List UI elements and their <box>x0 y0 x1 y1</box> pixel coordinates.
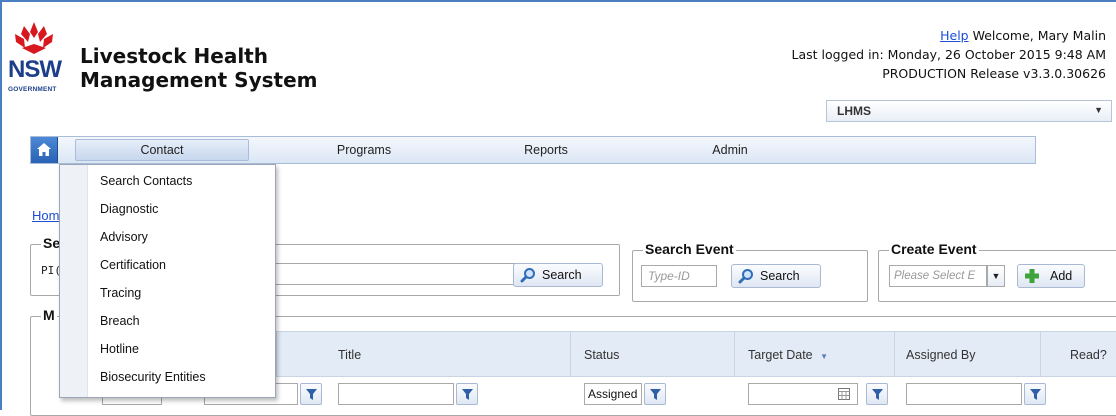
nav-contact[interactable]: Contact <box>75 139 249 161</box>
search-contact-button-label: Search <box>542 268 582 282</box>
create-event-legend: Create Event <box>889 241 979 257</box>
search-contact-input[interactable] <box>271 263 537 285</box>
search-event-input[interactable]: Type-ID <box>641 265 717 287</box>
menu-item-diagnostic[interactable]: Diagnostic <box>100 199 158 219</box>
chevron-down-icon: ▼ <box>991 271 1001 281</box>
column-read[interactable]: Read? <box>1070 348 1107 362</box>
calendar-icon[interactable] <box>838 388 850 403</box>
column-status[interactable]: Status <box>584 348 619 362</box>
menu-item-certification[interactable]: Certification <box>100 255 166 275</box>
search-event-button[interactable]: Search <box>731 264 821 288</box>
filter-status-input[interactable]: Assigned <box>584 383 642 405</box>
contact-menu: Search Contacts Diagnostic Advisory Cert… <box>59 164 276 398</box>
search-event-group: Search Event Type-ID Search <box>632 241 868 302</box>
filter-assigned-by-input[interactable] <box>906 383 1022 405</box>
logo-subtext: GOVERNMENT <box>8 86 57 93</box>
menu-item-biosecurity-entities[interactable]: Biosecurity Entities <box>100 367 206 387</box>
search-event-legend: Search Event <box>643 241 736 257</box>
filter-button[interactable] <box>866 383 888 405</box>
column-target-date-label: Target Date <box>748 348 813 362</box>
breadcrumb-home[interactable]: Hom <box>32 208 59 223</box>
column-separator <box>570 332 571 378</box>
add-event-button-label: Add <box>1050 269 1073 283</box>
user-info: Help Welcome, Mary Malin Last logged in:… <box>791 26 1106 83</box>
release-text: PRODUCTION Release v3.3.0.30626 <box>882 66 1106 81</box>
column-assigned-by[interactable]: Assigned By <box>906 348 975 362</box>
menu-item-breach[interactable]: Breach <box>100 311 140 331</box>
filter-button[interactable] <box>300 383 322 405</box>
home-button[interactable] <box>31 137 58 163</box>
nav-reports[interactable]: Reports <box>481 137 611 163</box>
home-icon <box>37 143 51 156</box>
events-grid-legend: M <box>41 307 57 323</box>
filter-icon <box>872 389 883 400</box>
app-title-line2: Management System <box>80 68 318 92</box>
application-select[interactable]: LHMS ▼ <box>826 100 1112 122</box>
filter-icon <box>462 389 473 400</box>
column-separator <box>894 332 895 378</box>
chevron-down-icon: ▼ <box>1094 105 1103 115</box>
application-select-value: LHMS <box>837 104 871 118</box>
search-contact-button[interactable]: Search <box>513 263 603 287</box>
app-title: Livestock Health Management System <box>80 44 400 92</box>
search-icon <box>520 268 535 283</box>
column-title[interactable]: Title <box>338 348 361 362</box>
help-link[interactable]: Help <box>940 28 969 43</box>
column-separator <box>1040 332 1041 378</box>
filter-button[interactable] <box>456 383 478 405</box>
menu-gutter <box>60 165 88 397</box>
last-logged-text: Last logged in: Monday, 26 October 2015 … <box>791 47 1106 62</box>
column-separator <box>276 332 277 378</box>
column-separator <box>734 332 735 378</box>
event-type-select[interactable]: Please Select E <box>889 265 987 287</box>
filter-icon <box>306 389 317 400</box>
nsw-logo: NSW GOVERNMENT <box>8 20 62 102</box>
nav-admin[interactable]: Admin <box>665 137 795 163</box>
menu-item-advisory[interactable]: Advisory <box>100 227 148 247</box>
waratah-icon <box>15 22 53 54</box>
nav-programs[interactable]: Programs <box>299 137 429 163</box>
filter-icon <box>1030 389 1041 400</box>
menu-item-search-contacts[interactable]: Search Contacts <box>100 171 192 191</box>
menu-item-hotline[interactable]: Hotline <box>100 339 139 359</box>
search-icon <box>738 269 753 284</box>
logo-text: NSW <box>8 56 62 83</box>
filter-icon <box>650 389 661 400</box>
search-contact-label: PI( <box>41 264 61 277</box>
event-type-placeholder: Please Select E <box>894 270 976 282</box>
filter-button[interactable] <box>644 383 666 405</box>
menu-item-tracing[interactable]: Tracing <box>100 283 141 303</box>
app-title-line1: Livestock Health <box>80 44 268 68</box>
welcome-text: Welcome, Mary Malin <box>972 28 1106 43</box>
filter-button[interactable] <box>1024 383 1046 405</box>
column-target-date[interactable]: Target Date ▼ <box>748 348 828 362</box>
filter-title-input[interactable] <box>338 383 454 405</box>
sort-desc-icon: ▼ <box>820 352 829 361</box>
add-event-button[interactable]: Add <box>1017 264 1085 288</box>
search-event-button-label: Search <box>760 269 800 283</box>
event-type-dropdown-button[interactable]: ▼ <box>987 265 1005 287</box>
create-event-group: Create Event Please Select E ▼ Add <box>878 241 1116 302</box>
main-nav: Contact Programs Reports Admin <box>30 136 1036 164</box>
plus-icon <box>1025 269 1039 283</box>
